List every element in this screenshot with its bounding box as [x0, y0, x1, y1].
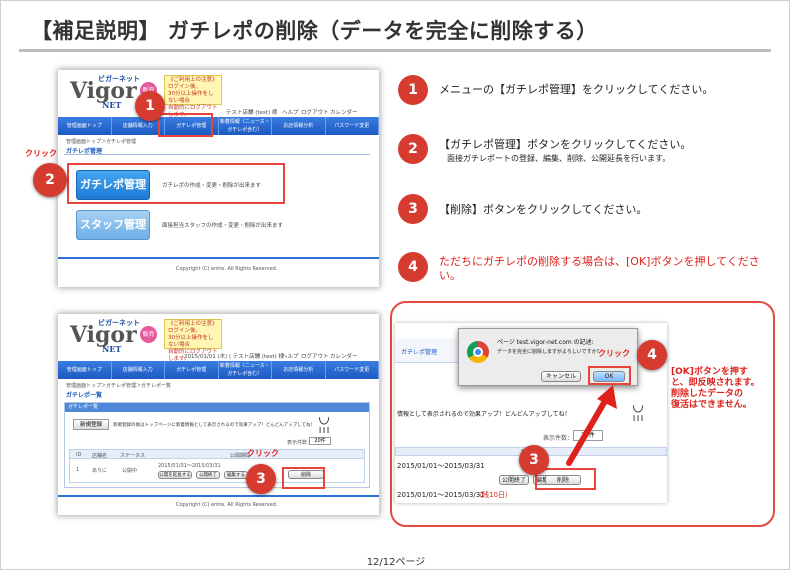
logout-link[interactable]: ログアウト — [301, 108, 329, 116]
date-user: 2015/01/01 (木) | テスト店舗 (test) 様 — [184, 354, 284, 360]
panel-header: ガチレポ一覧 — [65, 403, 369, 412]
nav-top[interactable]: 管理画面トップ — [58, 117, 112, 135]
usage-notice: 《ご利用上の注意》 ログイン後、 30分以上操作をしない場合 自動的にログアウト… — [164, 319, 222, 362]
marker-4: 4 — [637, 340, 667, 370]
highlight-nav-gachirepo — [158, 113, 213, 137]
section-rule — [64, 154, 370, 155]
marker-3b: 3 — [519, 445, 549, 475]
staff-manage-button[interactable]: スタッフ管理 — [76, 210, 150, 240]
help-link[interactable]: ヘルプ — [282, 108, 299, 116]
new-register-button[interactable]: 新規登録 — [73, 419, 109, 430]
mascot-icon: ꈍ — [317, 417, 332, 438]
table-header: ID 店舗名 ステータス 公開期間 — [69, 449, 365, 459]
page-title: 【補足説明】 ガチレポの削除（データを完全に削除する） — [31, 19, 598, 43]
nav-analysis[interactable]: お店情報分析 — [272, 361, 326, 379]
vigor-logo: Vigor NET ビガーネット — [70, 318, 140, 354]
footer-rule — [58, 257, 379, 259]
step-2-subtext: 面接ガチレポートの登録、編集、削除、公開延長を行います。 — [447, 154, 671, 163]
page-number: 12/12ページ — [366, 557, 426, 568]
extend-button[interactable]: 公開を延長する — [158, 471, 192, 479]
click-label-4: クリック — [598, 349, 630, 358]
footer-rule — [58, 495, 379, 497]
step-2-number: 2 — [398, 134, 428, 164]
calendar-link[interactable]: カレンダー — [330, 352, 358, 360]
step-4-text: ただちにガチレポの削除する場合は、[OK]ボタンを押してください。 — [439, 255, 760, 282]
nav-top[interactable]: 管理画面トップ — [58, 361, 112, 379]
marker-3: 3 — [246, 464, 276, 494]
period-1: 2015/01/01～2015/03/31 — [397, 462, 485, 470]
dialog-title: ページ test.vigor-net.com の記述: — [497, 339, 594, 346]
mascot-icon: ꈍ — [631, 405, 646, 426]
edit-button[interactable]: 編集する — [224, 471, 248, 479]
highlight-manage-button — [67, 163, 285, 204]
count-select[interactable]: 20件 — [309, 437, 331, 445]
dialog-message: データを完全に削除しますがよろしいですか？ — [497, 349, 602, 355]
step-1-text: メニューの【ガチレポ管理】をクリックしてください。 — [439, 83, 714, 96]
step-1-number: 1 — [398, 75, 428, 105]
breadcrumb: 管理画面トップ＞ガチレポ管理 — [66, 139, 137, 145]
nav-analysis[interactable]: お店情報分析 — [272, 117, 326, 135]
bg-text: 情報として表示されるので効果アップ！どんどんアップしてね！ — [397, 411, 571, 418]
period-2: 2015/01/01～2015/03/31 — [397, 491, 485, 499]
click-label-3: クリック — [247, 449, 279, 458]
usage-notice: 《ご利用上の注意》 ログイン後、 30分以上操作をしない場合 自動的にログアウト… — [164, 75, 222, 118]
main-nav: 管理画面トップ 店舗情報入力 ガチレポ管理 新着情報（ニュース・ガチレポ含む） … — [58, 117, 379, 135]
end-button[interactable]: 公開終了 — [499, 475, 529, 485]
logout-link[interactable]: ログアウト — [301, 352, 329, 360]
section-heading: ガチレポ一覧 — [66, 392, 103, 399]
vigor-logo: Vigor NET ビガーネット — [70, 74, 140, 110]
breadcrumb: 管理画面トップ＞ガチレポ管理＞ガチレポ一覧 — [66, 383, 172, 389]
calendar-link[interactable]: カレンダー — [330, 108, 358, 116]
highlight-delete-button — [282, 467, 325, 489]
remaining-days: （残10日） — [475, 491, 512, 499]
sales-badge: 販売会 — [140, 326, 157, 355]
user-name: テスト店舗 (test) 様 — [226, 110, 278, 116]
arrow-icon — [566, 385, 617, 466]
copyright: Copyright (C) entre. All Rights Reserved… — [176, 266, 278, 272]
new-register-desc: 新規登録の後はトップページに新着情報として表示されるので効果アップ！どんどんアッ… — [113, 423, 316, 428]
help-link[interactable]: ヘルプ — [282, 352, 299, 360]
marker-1: 1 — [135, 91, 165, 121]
slide-page: 【補足説明】 ガチレポの削除（データを完全に削除する） Vigor NET ビガ… — [0, 0, 790, 570]
step-3-number: 3 — [398, 194, 428, 224]
highlight-delete-button-2 — [535, 468, 596, 490]
nav-password[interactable]: パスワード変更 — [326, 361, 379, 379]
nav-news[interactable]: 新着情報（ニュース・ガチレポ含む） — [219, 117, 272, 135]
step-3-text: 【削除】ボタンをクリックしてください。 — [439, 203, 648, 216]
nav-password[interactable]: パスワード変更 — [326, 117, 379, 135]
click-label-1: クリック — [25, 149, 57, 158]
marker-2: 2 — [33, 163, 67, 197]
main-nav: 管理画面トップ 店舗情報入力 ガチレポ管理 新着情報（ニュース・ガチレポ含む） … — [58, 361, 379, 379]
step-2-text: 【ガチレポ管理】ボタンをクリックしてください。 — [439, 138, 692, 151]
nav-gachirepo[interactable]: ガチレポ管理 — [165, 361, 219, 379]
screenshot-list: Vigor NET ビガーネット 販売会 《ご利用上の注意》 ログイン後、 30… — [58, 314, 379, 515]
title-divider — [19, 49, 771, 52]
step-4-number: 4 — [398, 252, 428, 282]
ok-note: [OK]ボタンを押す と、即反映されます。 削除したデータの 復活はできません。 — [671, 367, 760, 410]
nav-shop-info[interactable]: 店舗情報入力 — [112, 361, 165, 379]
nav-gachirepo[interactable]: ガチレポ管理 — [401, 347, 437, 356]
end-button[interactable]: 公開終了 — [196, 471, 220, 479]
nav-news[interactable]: 新着情報（ニュース・ガチレポ含む） — [219, 361, 272, 379]
chrome-icon — [467, 341, 489, 363]
copyright: Copyright (C) entre. All Rights Reserved… — [176, 502, 278, 508]
staff-manage-desc: 面接担当スタッフの作成・変更・削除が出来ます — [162, 223, 284, 229]
nav-shop-info[interactable]: 店舗情報入力 — [112, 117, 165, 135]
